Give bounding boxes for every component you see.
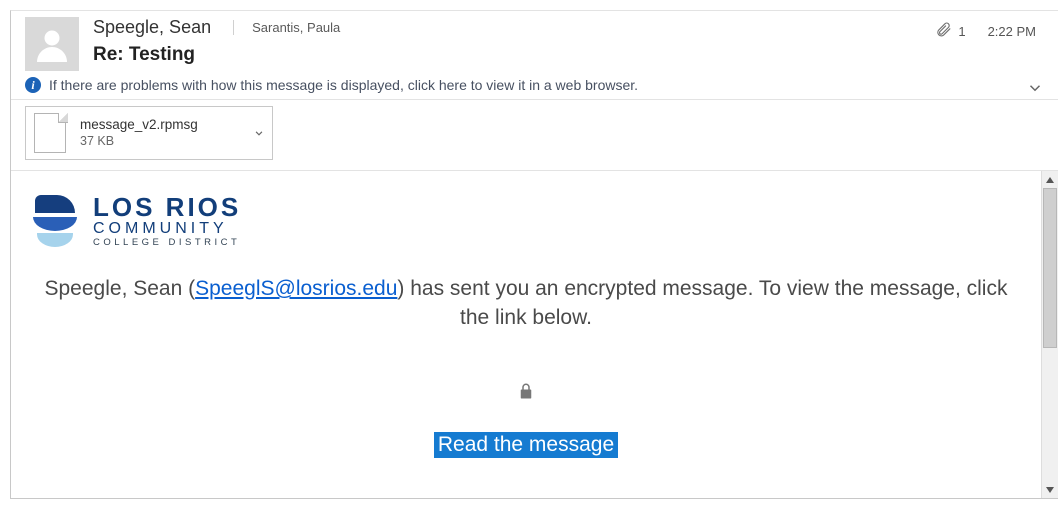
file-icon: [34, 113, 68, 153]
scroll-track[interactable]: [1042, 188, 1058, 481]
org-logo: LOS RIOS COMMUNITY COLLEGE DISTRICT: [31, 191, 1021, 251]
scroll-thumb[interactable]: [1043, 188, 1057, 348]
logo-text: LOS RIOS COMMUNITY COLLEGE DISTRICT: [93, 194, 241, 249]
triangle-up-icon: [1045, 175, 1055, 185]
scroll-up-button[interactable]: [1042, 171, 1058, 188]
view-in-browser-bar[interactable]: i If there are problems with how this me…: [11, 73, 1058, 100]
msg-prefix: Speegle, Sean (: [45, 277, 196, 300]
scroll-down-button[interactable]: [1042, 481, 1058, 498]
attachment-name: message_v2.rpmsg: [80, 117, 198, 134]
sender-avatar: [25, 17, 79, 71]
logo-line1: LOS RIOS: [93, 194, 241, 220]
subject-line: Re: Testing: [93, 44, 1044, 66]
infobar-text: If there are problems with how this mess…: [49, 77, 638, 93]
attachment-size: 37 KB: [80, 134, 198, 150]
expand-header-button[interactable]: [1026, 79, 1044, 97]
message-body: LOS RIOS COMMUNITY COLLEGE DISTRICT Spee…: [11, 171, 1041, 498]
msg-suffix: ) has sent you an encrypted message. To …: [397, 277, 1007, 329]
attachment-chip[interactable]: message_v2.rpmsg 37 KB: [25, 106, 273, 160]
chevron-down-icon: [1026, 79, 1044, 97]
info-icon: i: [25, 77, 41, 93]
chevron-down-icon: [252, 126, 266, 140]
triangle-down-icon: [1045, 485, 1055, 495]
attachment-indicator: 1: [935, 21, 965, 41]
header-meta: 1 2:22 PM: [935, 21, 1036, 41]
lock-row: [31, 381, 1021, 404]
lock-icon: [517, 381, 535, 404]
vertical-scrollbar[interactable]: [1041, 171, 1058, 498]
received-time: 2:22 PM: [988, 24, 1036, 39]
attachment-count-text: 1: [958, 24, 965, 39]
read-message-link[interactable]: Read the message: [434, 432, 618, 458]
message-header: Speegle, Sean Sarantis, Paula Re: Testin…: [11, 11, 1058, 73]
person-icon: [34, 26, 70, 62]
attachment-dropdown-button[interactable]: [252, 126, 266, 140]
reading-pane: Speegle, Sean Sarantis, Paula Re: Testin…: [10, 10, 1058, 499]
message-body-wrapper: LOS RIOS COMMUNITY COLLEGE DISTRICT Spee…: [11, 171, 1058, 498]
logo-line3: COLLEGE DISTRICT: [93, 237, 241, 248]
sender-email-link[interactable]: SpeeglS@losrios.edu: [195, 277, 397, 300]
sender-name: Speegle, Sean: [93, 17, 211, 38]
header-texts: Speegle, Sean Sarantis, Paula Re: Testin…: [93, 17, 1044, 66]
attachment-area: message_v2.rpmsg 37 KB: [11, 100, 1058, 171]
attachment-text: message_v2.rpmsg 37 KB: [80, 117, 198, 150]
encrypted-message-text: Speegle, Sean (SpeeglS@losrios.edu) has …: [31, 275, 1021, 333]
logo-mark: [31, 191, 79, 251]
logo-line2: COMMUNITY: [93, 220, 241, 238]
paperclip-icon: [935, 21, 952, 41]
recipient-name: Sarantis, Paula: [233, 20, 340, 35]
